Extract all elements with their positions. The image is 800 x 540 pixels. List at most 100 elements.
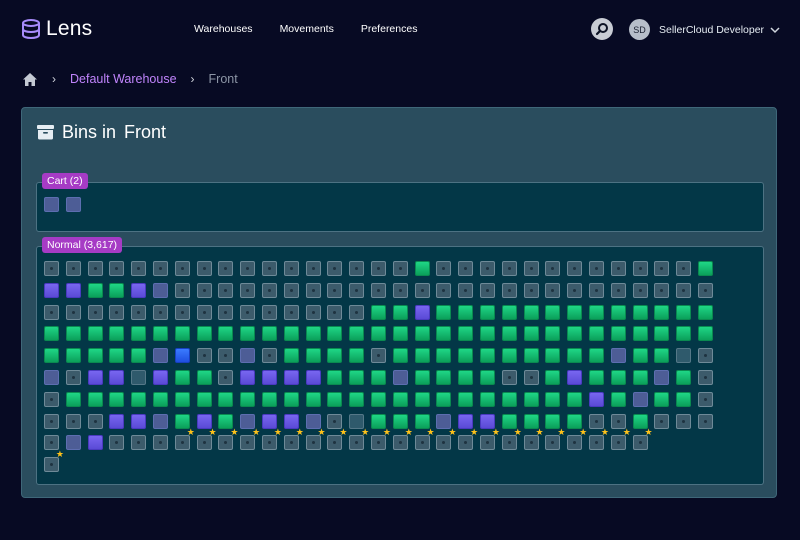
bin-tile[interactable] (414, 370, 430, 385)
bin-tile[interactable] (545, 282, 561, 298)
bin-tile[interactable] (240, 282, 256, 298)
bin-tile[interactable] (610, 348, 626, 364)
bin-tile-starred[interactable] (436, 428, 456, 451)
bin-tile[interactable] (501, 304, 517, 320)
bin-tile[interactable] (610, 391, 626, 407)
bin-tile[interactable] (44, 197, 59, 212)
bin-tile[interactable] (501, 348, 517, 364)
bin-tile[interactable] (218, 326, 234, 342)
bin-tile-starred[interactable] (632, 428, 653, 451)
bin-tile[interactable] (567, 370, 583, 385)
nav-item-warehouses[interactable]: Warehouses (194, 23, 253, 35)
bin-tile[interactable] (436, 348, 452, 364)
bin-tile[interactable] (480, 348, 495, 364)
bin-tile[interactable] (196, 261, 212, 276)
bin-tile[interactable] (283, 370, 299, 385)
bin-tile[interactable] (283, 413, 299, 429)
bin-tile[interactable] (218, 391, 234, 407)
bin-tile[interactable] (458, 413, 474, 429)
bin-tile[interactable] (305, 413, 321, 429)
bin-tile[interactable] (196, 304, 212, 320)
bin-tile[interactable] (632, 391, 648, 407)
bin-tile[interactable] (676, 326, 692, 342)
bin-tile[interactable] (349, 282, 365, 298)
bin-tile[interactable] (283, 391, 299, 407)
bin-tile[interactable] (109, 282, 125, 298)
bin-tile[interactable] (632, 261, 648, 276)
bin-tile[interactable] (371, 413, 386, 429)
bin-tile[interactable] (610, 282, 626, 298)
bin-tile[interactable] (327, 261, 343, 276)
bin-tile-starred[interactable] (589, 428, 609, 451)
bin-tile-starred[interactable] (174, 428, 195, 451)
bin-tile[interactable] (610, 326, 626, 342)
bin-tile[interactable] (131, 413, 147, 429)
bin-tile[interactable] (153, 370, 168, 385)
bin-tile[interactable] (218, 370, 234, 385)
bin-tile[interactable] (567, 261, 583, 276)
bin-tile[interactable] (196, 413, 212, 429)
bin-tile[interactable] (371, 391, 386, 407)
bin-tile[interactable] (654, 326, 670, 342)
bin-tile[interactable] (501, 391, 517, 407)
bin-tile[interactable] (676, 348, 692, 364)
bin-tile[interactable] (436, 282, 452, 298)
bin-tile[interactable] (44, 391, 59, 407)
bin-tile[interactable] (65, 197, 81, 212)
bin-tile[interactable] (240, 370, 256, 385)
bin-tile[interactable] (305, 282, 321, 298)
bin-tile[interactable] (371, 370, 386, 385)
bin-tile[interactable] (109, 435, 125, 451)
bin-tile[interactable] (327, 391, 343, 407)
bin-tile[interactable] (240, 326, 256, 342)
bin-tile[interactable] (654, 348, 670, 364)
bin-tile[interactable] (371, 304, 386, 320)
bin-tile[interactable] (305, 391, 321, 407)
bin-tile[interactable] (676, 282, 692, 298)
bin-tile[interactable] (153, 326, 168, 342)
bin-tile[interactable] (392, 391, 408, 407)
bin-tile[interactable] (676, 370, 692, 385)
bin-tile[interactable] (262, 391, 277, 407)
bin-tile[interactable] (501, 413, 517, 429)
bin-tile[interactable] (305, 304, 321, 320)
bin-tile[interactable] (240, 391, 256, 407)
bin-tile[interactable] (109, 370, 125, 385)
bin-tile[interactable] (87, 348, 103, 364)
bin-tile[interactable] (589, 370, 604, 385)
bin-tile[interactable] (44, 348, 59, 364)
bin-tile[interactable] (218, 348, 234, 364)
bin-tile[interactable] (480, 413, 495, 429)
bin-tile[interactable] (392, 348, 408, 364)
nav-item-preferences[interactable]: Preferences (361, 23, 418, 35)
bin-tile[interactable] (283, 282, 299, 298)
bin-tile-starred[interactable] (371, 428, 391, 451)
bin-tile[interactable] (65, 282, 81, 298)
bin-tile[interactable] (196, 326, 212, 342)
bin-tile[interactable] (196, 348, 212, 364)
bin-tile[interactable] (654, 304, 670, 320)
bin-tile[interactable] (632, 370, 648, 385)
bin-tile[interactable] (545, 304, 561, 320)
bin-tile[interactable] (44, 326, 59, 342)
bin-tile-starred[interactable] (523, 428, 544, 451)
bin-tile[interactable] (65, 261, 81, 276)
bin-tile-starred[interactable] (196, 428, 217, 451)
bin-tile[interactable] (567, 282, 583, 298)
bin-tile[interactable] (676, 413, 692, 429)
bin-tile[interactable] (174, 261, 190, 276)
bin-tile[interactable] (131, 304, 147, 320)
bin-tile[interactable] (610, 413, 626, 429)
bin-tile[interactable] (218, 282, 234, 298)
bin-tile[interactable] (349, 348, 365, 364)
bin-tile[interactable] (676, 391, 692, 407)
bin-tile[interactable] (698, 326, 713, 342)
bin-tile-starred[interactable] (480, 428, 500, 451)
bin-tile[interactable] (523, 261, 539, 276)
bin-tile[interactable] (589, 326, 604, 342)
bin-tile[interactable] (392, 282, 408, 298)
bin-tile[interactable] (436, 413, 452, 429)
bin-tile[interactable] (87, 304, 103, 320)
bin-tile[interactable] (610, 304, 626, 320)
bin-tile[interactable] (632, 282, 648, 298)
